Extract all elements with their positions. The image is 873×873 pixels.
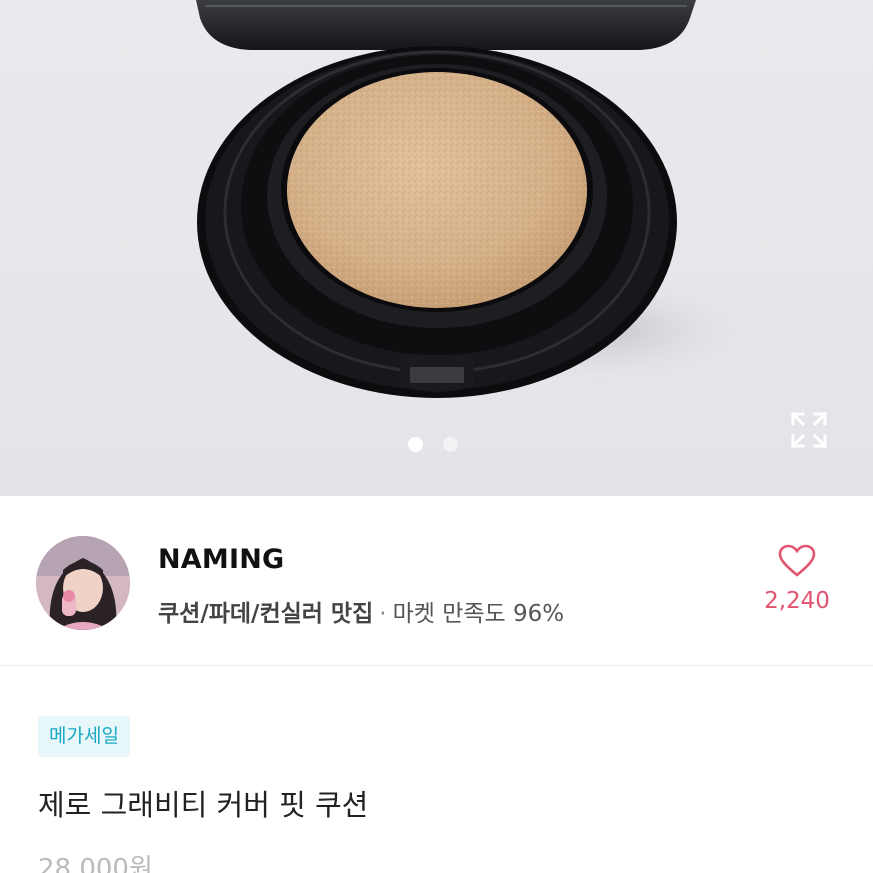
carousel-dot-1[interactable] (408, 437, 423, 452)
expand-icon[interactable] (789, 410, 829, 450)
carousel-dot-2[interactable] (443, 437, 458, 452)
like-count: 2,240 (764, 588, 830, 614)
product-detail-page: NAMING 쿠션/파데/컨실러 맛집 · 마켓 만족도 96% 2,240 메가세… (0, 0, 873, 873)
cushion-compact-image (196, 0, 770, 398)
product-image-carousel[interactable] (0, 0, 873, 496)
seller-section: NAMING 쿠션/파데/컨실러 맛집 · 마켓 만족도 96% 2,240 (0, 496, 873, 666)
seller-name[interactable]: NAMING (158, 544, 284, 575)
like-button[interactable]: 2,240 (752, 544, 842, 614)
product-price: 28,000원 (38, 854, 153, 873)
avatar[interactable] (36, 536, 130, 630)
product-title: 제로 그래비티 커버 핏 쿠션 (38, 788, 369, 822)
market-satisfaction: 마켓 만족도 96% (392, 601, 565, 627)
separator: · (379, 601, 387, 627)
seller-category: 쿠션/파데/컨실러 맛집 (158, 601, 374, 627)
heart-icon[interactable] (778, 544, 816, 578)
sale-badge: 메가세일 (38, 716, 130, 757)
seller-info: 쿠션/파데/컨실러 맛집 · 마켓 만족도 96% (158, 594, 564, 628)
carousel-dots (408, 437, 458, 452)
